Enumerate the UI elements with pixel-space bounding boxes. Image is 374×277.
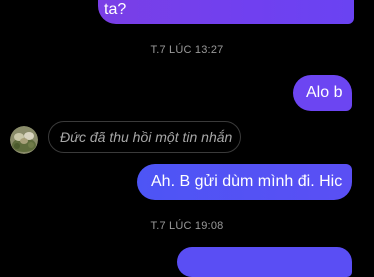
timestamp-divider: T.7 LÚC 13:27: [150, 44, 224, 56]
outgoing-message-bubble-bottom[interactable]: [177, 247, 352, 277]
recalled-text: Đức đã thu hồi một tin nhắn: [60, 129, 233, 145]
outgoing-message-bubble-top[interactable]: ta?: [98, 0, 354, 24]
recalled-message-notice[interactable]: Đức đã thu hồi một tin nhắn: [48, 121, 241, 153]
message-text: Ah. B gửi dùm mình đi. Hic: [151, 173, 343, 190]
message-text: Alo b: [306, 84, 343, 101]
avatar-icon: [10, 126, 38, 154]
outgoing-message-bubble[interactable]: Alo b: [293, 75, 352, 111]
timestamp-divider: T.7 LÚC 19:08: [150, 220, 224, 232]
contact-avatar[interactable]: [10, 126, 38, 154]
outgoing-message-bubble[interactable]: Ah. B gửi dùm mình đi. Hic: [137, 164, 352, 200]
message-text: ta?: [104, 1, 127, 18]
